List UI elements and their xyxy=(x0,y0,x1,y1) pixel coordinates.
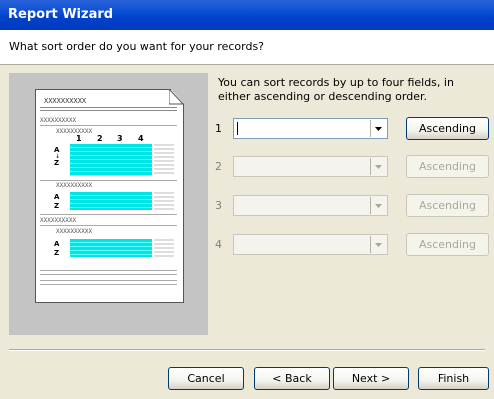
back-button[interactable]: < Back xyxy=(254,367,330,390)
window-title: Report Wizard xyxy=(8,7,114,22)
preview-cell-block xyxy=(70,239,152,257)
text-caret xyxy=(237,122,238,135)
sort-glyph-top: A xyxy=(54,193,60,201)
sort-row-number: 2 xyxy=(215,160,222,173)
title-bar[interactable]: Report Wizard xyxy=(0,0,494,30)
chevron-down-icon[interactable] xyxy=(370,120,386,137)
preview-cell-block xyxy=(70,192,152,210)
sort-field-3-combo[interactable] xyxy=(233,195,388,216)
report-preview-image: XXXXXXXXXX XXXXXXXXXX XXXXXXXXXX 1 2 3 4… xyxy=(9,73,208,335)
info-text: You can sort records by up to four field… xyxy=(218,76,454,103)
sort-order-1-button[interactable]: Ascending xyxy=(406,117,489,140)
preview-page: XXXXXXXXXX XXXXXXXXXX XXXXXXXXXX 1 2 3 4… xyxy=(35,89,184,303)
chevron-down-icon[interactable] xyxy=(370,236,386,253)
chevron-down-icon[interactable] xyxy=(370,197,386,214)
sort-row-number: 3 xyxy=(215,199,222,212)
preview-group2c-placeholder: XXXXXXXXXX xyxy=(56,228,93,235)
cancel-button[interactable]: Cancel xyxy=(168,367,244,390)
sort-order-4-button[interactable]: Ascending xyxy=(406,233,489,256)
wizard-header: What sort order do you want for your rec… xyxy=(0,30,494,65)
sort-glyph-bottom: Z xyxy=(54,202,60,210)
preview-cell-block xyxy=(70,144,152,176)
preview-group1-placeholder: XXXXXXXXXX xyxy=(40,117,77,124)
sort-field-4-combo[interactable] xyxy=(233,234,388,255)
sort-glyph-bottom: Z xyxy=(54,249,60,257)
preview-group2b-placeholder: XXXXXXXXXX xyxy=(56,182,93,189)
header-question: What sort order do you want for your rec… xyxy=(9,40,265,53)
preview-col-num: 2 xyxy=(97,134,103,143)
chevron-down-icon[interactable] xyxy=(370,158,386,175)
sort-field-1-combo[interactable] xyxy=(233,118,388,139)
preview-col-num: 1 xyxy=(76,134,82,143)
preview-group1b-placeholder: XXXXXXXXXX xyxy=(40,217,77,224)
sort-row-number: 1 xyxy=(215,122,222,135)
sort-glyph-bottom: Z xyxy=(54,159,60,167)
page-fold-icon xyxy=(169,89,183,105)
sort-row-number: 4 xyxy=(215,238,222,251)
sort-order-3-button[interactable]: Ascending xyxy=(406,194,489,217)
preview-title-placeholder: XXXXXXXXXX xyxy=(44,97,87,105)
preview-column-numbers: 1 2 3 4 xyxy=(70,134,160,143)
preview-col-num: 4 xyxy=(138,134,144,143)
sort-glyph-top: A xyxy=(54,240,60,248)
button-separator xyxy=(9,349,485,351)
preview-col-num: 3 xyxy=(117,134,123,143)
sort-field-2-combo[interactable] xyxy=(233,156,388,177)
sort-order-2-button[interactable]: Ascending xyxy=(406,155,489,178)
next-button[interactable]: Next > xyxy=(333,367,409,390)
finish-button[interactable]: Finish xyxy=(418,367,489,390)
report-wizard-window: Report Wizard What sort order do you wan… xyxy=(0,0,494,399)
